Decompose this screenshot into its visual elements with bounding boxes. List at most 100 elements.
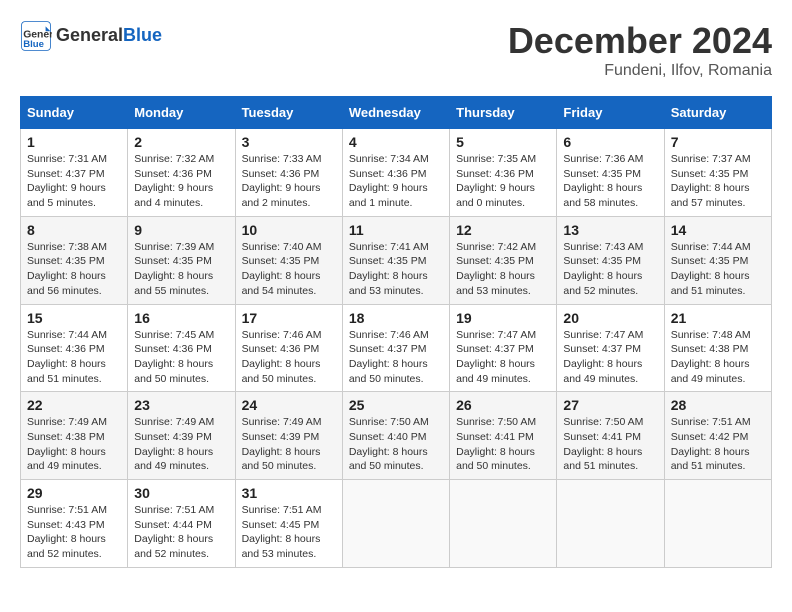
day-detail: Sunrise: 7:41 AMSunset: 4:35 PMDaylight:… [349,240,443,299]
calendar-cell: 8 Sunrise: 7:38 AMSunset: 4:35 PMDaylight… [21,216,128,304]
day-number: 14 [671,222,765,238]
calendar-cell: 19 Sunrise: 7:47 AMSunset: 4:37 PMDayligh… [450,304,557,392]
day-detail: Sunrise: 7:51 AMSunset: 4:45 PMDaylight:… [242,503,336,562]
day-detail: Sunrise: 7:51 AMSunset: 4:43 PMDaylight:… [27,503,121,562]
day-number: 30 [134,485,228,501]
logo: General Blue GeneralBlue [20,20,162,52]
calendar-week-1: 1Sunrise: 7:31 AMSunset: 4:37 PMDaylight… [21,129,772,217]
calendar-cell: 15 Sunrise: 7:44 AMSunset: 4:36 PMDayligh… [21,304,128,392]
day-number: 27 [563,397,657,413]
calendar-cell: 2 Sunrise: 7:32 AMSunset: 4:36 PMDaylight… [128,129,235,217]
calendar-cell [557,480,664,568]
calendar-cell: 20Sunrise: 7:47 AMSunset: 4:37 PMDayligh… [557,304,664,392]
day-detail: Sunrise: 7:51 AMSunset: 4:44 PMDaylight:… [134,503,228,562]
day-number: 16 [134,310,228,326]
calendar-cell [450,480,557,568]
calendar-cell: 10 Sunrise: 7:40 AMSunset: 4:35 PMDayligh… [235,216,342,304]
day-detail: Sunrise: 7:37 AMSunset: 4:35 PMDaylight:… [671,152,765,211]
day-number: 5 [456,134,550,150]
day-detail: Sunrise: 7:49 AMSunset: 4:39 PMDaylight:… [242,415,336,474]
day-detail: Sunrise: 7:32 AMSunset: 4:36 PMDaylight:… [134,152,228,211]
calendar-cell: 18 Sunrise: 7:46 AMSunset: 4:37 PMDayligh… [342,304,449,392]
day-detail: Sunrise: 7:36 AMSunset: 4:35 PMDaylight:… [563,152,657,211]
calendar-cell [664,480,771,568]
calendar-week-4: 22 Sunrise: 7:49 AMSunset: 4:38 PMDayligh… [21,392,772,480]
day-detail: Sunrise: 7:50 AMSunset: 4:40 PMDaylight:… [349,415,443,474]
day-detail: Sunrise: 7:44 AMSunset: 4:35 PMDaylight:… [671,240,765,299]
svg-text:Blue: Blue [23,39,44,50]
day-number: 24 [242,397,336,413]
day-detail: Sunrise: 7:49 AMSunset: 4:39 PMDaylight:… [134,415,228,474]
day-number: 8 [27,222,121,238]
calendar-cell: 14 Sunrise: 7:44 AMSunset: 4:35 PMDayligh… [664,216,771,304]
day-number: 17 [242,310,336,326]
day-number: 19 [456,310,550,326]
day-number: 23 [134,397,228,413]
calendar-cell: 1Sunrise: 7:31 AMSunset: 4:37 PMDaylight… [21,129,128,217]
day-detail: Sunrise: 7:34 AMSunset: 4:36 PMDaylight:… [349,152,443,211]
calendar-cell [342,480,449,568]
calendar-cell: 4 Sunrise: 7:34 AMSunset: 4:36 PMDaylight… [342,129,449,217]
day-number: 4 [349,134,443,150]
calendar-cell: 24 Sunrise: 7:49 AMSunset: 4:39 PMDayligh… [235,392,342,480]
day-detail: Sunrise: 7:46 AMSunset: 4:37 PMDaylight:… [349,328,443,387]
day-number: 10 [242,222,336,238]
day-number: 7 [671,134,765,150]
day-number: 2 [134,134,228,150]
day-detail: Sunrise: 7:38 AMSunset: 4:35 PMDaylight:… [27,240,121,299]
day-number: 11 [349,222,443,238]
day-number: 18 [349,310,443,326]
day-number: 3 [242,134,336,150]
day-detail: Sunrise: 7:31 AMSunset: 4:37 PMDaylight:… [27,152,121,211]
day-number: 9 [134,222,228,238]
calendar-cell: 31Sunrise: 7:51 AMSunset: 4:45 PMDayligh… [235,480,342,568]
day-detail: Sunrise: 7:49 AMSunset: 4:38 PMDaylight:… [27,415,121,474]
title-section: December 2024 Fundeni, Ilfov, Romania [508,20,772,80]
calendar-cell: 28Sunrise: 7:51 AMSunset: 4:42 PMDayligh… [664,392,771,480]
calendar-cell: 13 Sunrise: 7:43 AMSunset: 4:35 PMDayligh… [557,216,664,304]
day-detail: Sunrise: 7:47 AMSunset: 4:37 PMDaylight:… [456,328,550,387]
day-number: 28 [671,397,765,413]
col-header-saturday: Saturday [664,97,771,129]
col-header-friday: Friday [557,97,664,129]
day-detail: Sunrise: 7:40 AMSunset: 4:35 PMDaylight:… [242,240,336,299]
day-number: 6 [563,134,657,150]
calendar-table: SundayMondayTuesdayWednesdayThursdayFrid… [20,96,772,568]
calendar-cell: 21Sunrise: 7:48 AMSunset: 4:38 PMDayligh… [664,304,771,392]
col-header-wednesday: Wednesday [342,97,449,129]
location-subtitle: Fundeni, Ilfov, Romania [508,62,772,80]
day-number: 13 [563,222,657,238]
day-number: 29 [27,485,121,501]
calendar-cell: 22 Sunrise: 7:49 AMSunset: 4:38 PMDayligh… [21,392,128,480]
page-header: General Blue GeneralBlue December 2024 F… [20,20,772,80]
day-detail: Sunrise: 7:33 AMSunset: 4:36 PMDaylight:… [242,152,336,211]
calendar-cell: 3 Sunrise: 7:33 AMSunset: 4:36 PMDaylight… [235,129,342,217]
calendar-cell: 26Sunrise: 7:50 AMSunset: 4:41 PMDayligh… [450,392,557,480]
day-detail: Sunrise: 7:47 AMSunset: 4:37 PMDaylight:… [563,328,657,387]
day-detail: Sunrise: 7:50 AMSunset: 4:41 PMDaylight:… [563,415,657,474]
calendar-header-row: SundayMondayTuesdayWednesdayThursdayFrid… [21,97,772,129]
col-header-thursday: Thursday [450,97,557,129]
day-detail: Sunrise: 7:44 AMSunset: 4:36 PMDaylight:… [27,328,121,387]
day-number: 15 [27,310,121,326]
month-title: December 2024 [508,20,772,62]
day-detail: Sunrise: 7:42 AMSunset: 4:35 PMDaylight:… [456,240,550,299]
logo-general: General [56,25,123,45]
calendar-cell: 23 Sunrise: 7:49 AMSunset: 4:39 PMDayligh… [128,392,235,480]
day-number: 25 [349,397,443,413]
calendar-cell: 16Sunrise: 7:45 AMSunset: 4:36 PMDayligh… [128,304,235,392]
day-detail: Sunrise: 7:39 AMSunset: 4:35 PMDaylight:… [134,240,228,299]
day-detail: Sunrise: 7:48 AMSunset: 4:38 PMDaylight:… [671,328,765,387]
day-number: 22 [27,397,121,413]
logo-blue: Blue [123,25,162,45]
calendar-cell: 17Sunrise: 7:46 AMSunset: 4:36 PMDayligh… [235,304,342,392]
day-detail: Sunrise: 7:43 AMSunset: 4:35 PMDaylight:… [563,240,657,299]
calendar-cell: 27 Sunrise: 7:50 AMSunset: 4:41 PMDayligh… [557,392,664,480]
col-header-monday: Monday [128,97,235,129]
day-detail: Sunrise: 7:35 AMSunset: 4:36 PMDaylight:… [456,152,550,211]
calendar-cell: 30 Sunrise: 7:51 AMSunset: 4:44 PMDayligh… [128,480,235,568]
calendar-cell: 29 Sunrise: 7:51 AMSunset: 4:43 PMDayligh… [21,480,128,568]
calendar-week-5: 29 Sunrise: 7:51 AMSunset: 4:43 PMDayligh… [21,480,772,568]
col-header-sunday: Sunday [21,97,128,129]
day-detail: Sunrise: 7:50 AMSunset: 4:41 PMDaylight:… [456,415,550,474]
